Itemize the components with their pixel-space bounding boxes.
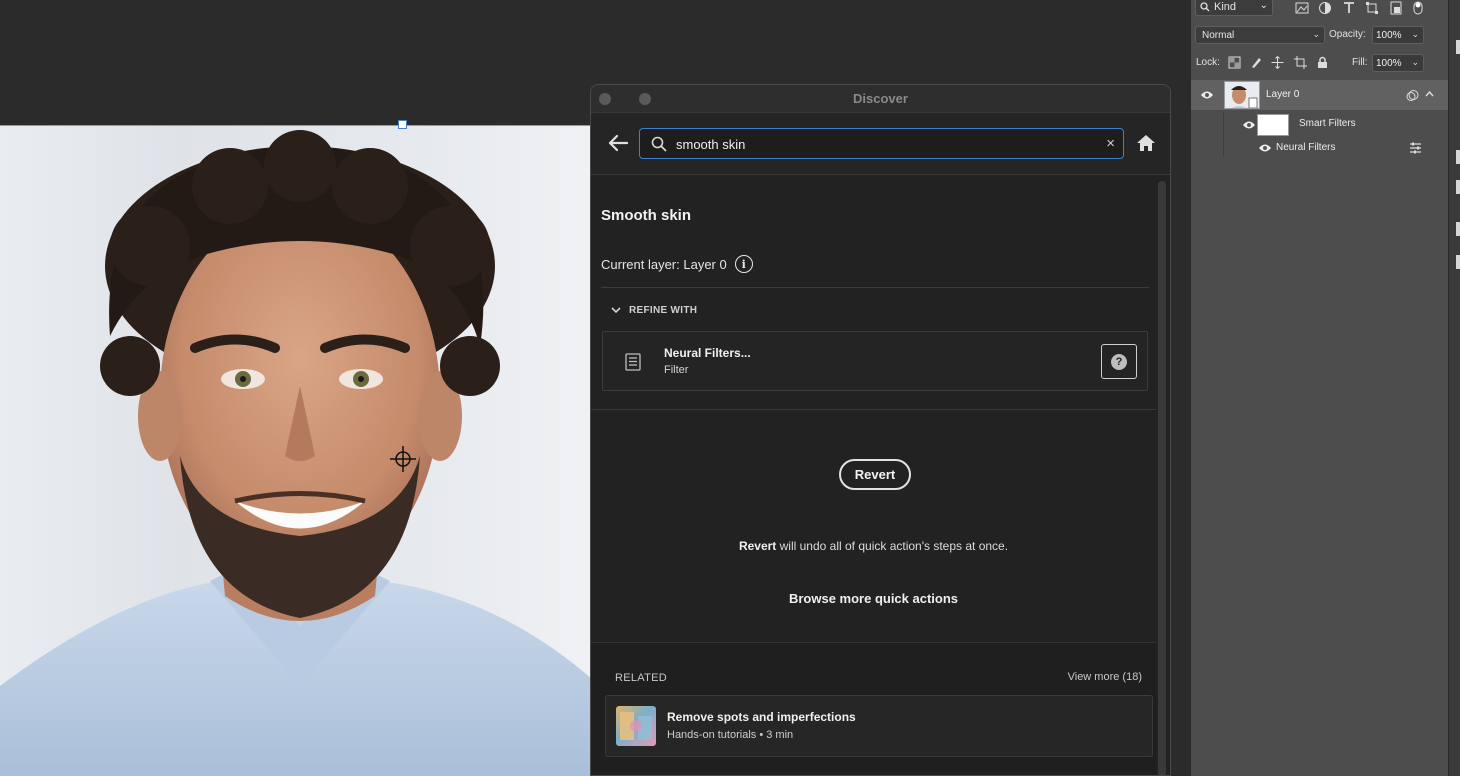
tutorial-thumbnail bbox=[616, 706, 656, 746]
discover-titlebar[interactable]: Discover bbox=[591, 85, 1170, 113]
related-label: RELATED bbox=[615, 672, 668, 684]
layers-panel: Kind ⌄ Normal ⌄ Opacity: 100% ⌄ Lock: Fi… bbox=[1190, 0, 1449, 776]
chevron-up-icon[interactable] bbox=[1425, 90, 1434, 98]
chevron-down-icon[interactable]: ⌄ bbox=[1411, 29, 1419, 40]
neural-filters-label: Neural Filters bbox=[1276, 142, 1336, 153]
help-icon: ? bbox=[1111, 353, 1127, 370]
fill-value: 100% bbox=[1376, 58, 1402, 69]
arrow-left-icon[interactable] bbox=[607, 133, 629, 153]
fill-field[interactable]: 100% ⌄ bbox=[1372, 54, 1424, 72]
search-field[interactable]: × bbox=[639, 128, 1124, 159]
crosshair-icon bbox=[390, 446, 416, 472]
blend-mode-value: Normal bbox=[1202, 30, 1235, 41]
smart-object-filter-icon[interactable] bbox=[1389, 1, 1403, 15]
filter-icon bbox=[625, 353, 641, 371]
refine-item-type: Filter bbox=[664, 364, 689, 376]
refine-item-name: Neural Filters... bbox=[664, 346, 751, 360]
panel-tab[interactable] bbox=[1456, 40, 1460, 54]
layer-row-layer-0[interactable]: Layer 0 bbox=[1191, 80, 1449, 110]
search-input[interactable] bbox=[676, 134, 1096, 154]
type-layer-filter-icon[interactable] bbox=[1342, 1, 1356, 15]
search-icon bbox=[651, 136, 667, 152]
lock-row: Lock: Fill: 100% ⌄ bbox=[1191, 52, 1449, 74]
lock-position-icon[interactable] bbox=[1271, 56, 1284, 69]
search-icon bbox=[1200, 2, 1210, 12]
layer-thumbnail bbox=[1224, 81, 1260, 109]
view-more-link[interactable]: View more (18) bbox=[1068, 671, 1142, 683]
current-layer-label: Current layer: Layer 0 bbox=[601, 256, 727, 272]
divider bbox=[591, 409, 1156, 410]
clear-search-icon[interactable]: × bbox=[1106, 135, 1115, 152]
eye-icon[interactable] bbox=[1200, 90, 1214, 100]
opacity-field[interactable]: 100% ⌄ bbox=[1372, 26, 1424, 44]
panel-tab[interactable] bbox=[1456, 150, 1460, 164]
filter-toggle-icon[interactable] bbox=[1413, 1, 1423, 15]
lock-transparent-pixels-icon[interactable] bbox=[1228, 56, 1241, 69]
pixel-layer-filter-icon[interactable] bbox=[1295, 1, 1309, 15]
kind-filter-label: Kind bbox=[1214, 1, 1237, 13]
revert-note-text: will undo all of quick action's steps at… bbox=[776, 539, 1009, 553]
home-icon[interactable] bbox=[1135, 132, 1157, 154]
portrait-illustration bbox=[0, 130, 600, 776]
smart-filter-mask-thumbnail[interactable] bbox=[1257, 114, 1289, 136]
eye-icon[interactable] bbox=[1242, 120, 1256, 130]
lock-all-icon[interactable] bbox=[1316, 56, 1329, 69]
blend-mode-select[interactable]: Normal ⌄ bbox=[1195, 26, 1325, 44]
revert-note: Revert will undo all of quick action's s… bbox=[591, 539, 1156, 553]
related-item-title: Remove spots and imperfections bbox=[667, 710, 856, 724]
refine-with-header[interactable]: REFINE WITH bbox=[611, 305, 697, 316]
related-item[interactable]: Remove spots and imperfections Hands-on … bbox=[605, 695, 1153, 757]
opacity-value: 100% bbox=[1376, 30, 1402, 41]
discover-panel: Discover × Smooth skin Current layer: La… bbox=[590, 84, 1171, 776]
related-section: RELATED View more (18) Remove spots and … bbox=[591, 642, 1156, 775]
window-title: Discover bbox=[853, 91, 908, 106]
eye-icon[interactable] bbox=[1258, 143, 1272, 153]
collapsed-panel-strip[interactable] bbox=[1448, 0, 1460, 776]
info-icon[interactable]: i bbox=[734, 255, 753, 273]
adjustment-layer-filter-icon[interactable] bbox=[1318, 1, 1332, 15]
current-layer: Current layer: Layer 0 i bbox=[601, 255, 753, 273]
divider bbox=[601, 287, 1149, 288]
browse-more-link[interactable]: Browse more quick actions bbox=[591, 591, 1156, 606]
chevron-down-icon: ⌄ bbox=[1259, 0, 1268, 11]
chevron-down-icon[interactable]: ⌄ bbox=[1411, 57, 1419, 68]
refine-item-neural-filters[interactable]: Neural Filters... Filter ? bbox=[602, 331, 1148, 391]
lock-label: Lock: bbox=[1196, 57, 1220, 68]
transform-handle[interactable] bbox=[398, 120, 407, 129]
neural-filters-row[interactable]: Neural Filters bbox=[1221, 138, 1449, 158]
refine-with-label: REFINE WITH bbox=[629, 305, 698, 316]
related-item-meta: Hands-on tutorials • 3 min bbox=[667, 729, 794, 741]
opacity-label: Opacity: bbox=[1329, 29, 1366, 40]
shape-layer-filter-icon[interactable] bbox=[1365, 1, 1379, 15]
chevron-down-icon: ⌄ bbox=[1312, 29, 1320, 39]
lock-image-pixels-icon[interactable] bbox=[1250, 56, 1263, 69]
result-title: Smooth skin bbox=[601, 207, 692, 224]
panel-tab[interactable] bbox=[1456, 255, 1460, 269]
panel-tab[interactable] bbox=[1456, 180, 1460, 194]
portrait-photo[interactable] bbox=[0, 125, 600, 776]
panel-tab[interactable] bbox=[1456, 222, 1460, 236]
smart-filters-row[interactable]: Smart Filters bbox=[1221, 111, 1449, 137]
chevron-down-icon bbox=[611, 307, 621, 314]
help-button[interactable]: ? bbox=[1101, 344, 1137, 379]
discover-toolbar: × bbox=[591, 113, 1170, 175]
filter-options-icon[interactable] bbox=[1409, 142, 1422, 154]
revert-note-bold: Revert bbox=[738, 539, 777, 553]
layer-name[interactable]: Layer 0 bbox=[1266, 89, 1299, 100]
revert-button[interactable]: Revert bbox=[839, 459, 911, 490]
smart-filter-indicator-icon bbox=[1406, 90, 1419, 101]
scrollbar[interactable] bbox=[1158, 181, 1166, 775]
kind-filter-select[interactable]: Kind ⌄ bbox=[1195, 0, 1273, 16]
discover-content: Smooth skin Current layer: Layer 0 i REF… bbox=[591, 177, 1156, 775]
fill-label: Fill: bbox=[1352, 57, 1368, 68]
layer-filter-row: Kind ⌄ bbox=[1191, 0, 1449, 20]
lock-artboard-icon[interactable] bbox=[1294, 56, 1307, 69]
smart-filters-label: Smart Filters bbox=[1299, 118, 1356, 129]
blend-row: Normal ⌄ Opacity: 100% ⌄ bbox=[1191, 24, 1449, 46]
